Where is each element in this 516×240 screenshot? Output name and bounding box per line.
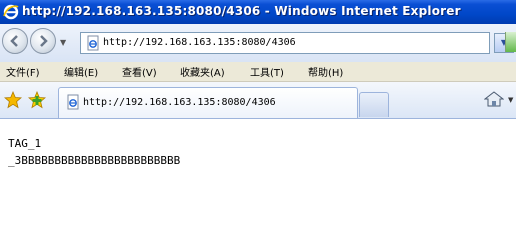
content-line-1: TAG_1 — [8, 137, 42, 150]
content-line-2: _3BBBBBBBBBBBBBBBBBBBBBBBB — [8, 154, 181, 167]
ie-logo-icon — [3, 4, 19, 20]
forward-button[interactable] — [30, 28, 56, 54]
title-bar: http://192.168.163.135:8080/4306 - Windo… — [0, 0, 516, 24]
page-content: TAG_1 _3BBBBBBBBBBBBBBBBBBBBBBBB — [0, 119, 516, 217]
tab-label: http://192.168.163.135:8080/4306 — [83, 97, 276, 108]
menu-help[interactable]: 帮助(H) — [308, 64, 343, 79]
back-arrow-icon — [10, 35, 18, 47]
tab-active[interactable]: http://192.168.163.135:8080/4306 — [58, 87, 358, 118]
back-button[interactable] — [2, 28, 28, 54]
page-icon — [87, 35, 99, 51]
tab-bar: http://192.168.163.135:8080/4306 ▼ — [0, 82, 516, 119]
add-favorite-icon[interactable] — [28, 91, 46, 109]
menu-file[interactable]: 文件(F) — [6, 64, 40, 79]
history-dropdown-icon[interactable]: ▼ — [60, 38, 66, 47]
navigation-bar: ▼ http://192.168.163.135:8080/4306 ▼ — [0, 24, 516, 63]
menu-edit[interactable]: 编辑(E) — [64, 64, 98, 79]
address-text[interactable]: http://192.168.163.135:8080/4306 — [103, 37, 296, 48]
home-dropdown-icon[interactable]: ▼ — [508, 96, 513, 104]
home-icon[interactable] — [484, 90, 504, 108]
menu-tools[interactable]: 工具(T) — [250, 64, 284, 79]
menu-view[interactable]: 查看(V) — [122, 64, 157, 79]
go-button[interactable] — [505, 32, 516, 52]
forward-arrow-icon — [40, 35, 48, 47]
menu-favorites[interactable]: 收藏夹(A) — [180, 64, 225, 79]
window-title: http://192.168.163.135:8080/4306 - Windo… — [22, 4, 461, 18]
address-bar[interactable]: http://192.168.163.135:8080/4306 — [80, 32, 490, 54]
favorites-star-icon[interactable] — [4, 91, 22, 109]
menu-bar: 文件(F) 编辑(E) 查看(V) 收藏夹(A) 工具(T) 帮助(H) — [0, 62, 516, 82]
new-tab-button[interactable] — [359, 92, 389, 117]
page-icon — [67, 94, 79, 110]
